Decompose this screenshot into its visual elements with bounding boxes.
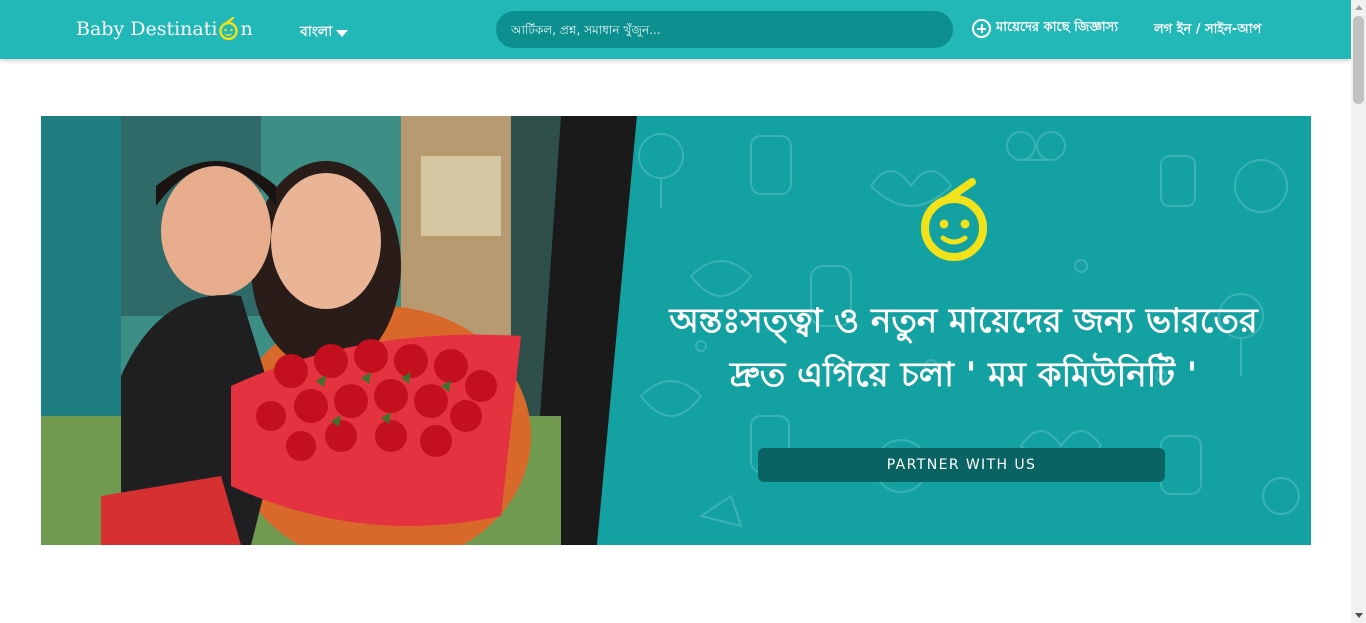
ask-label: মায়েদের কাছে জিজ্ঞাস্য [996, 20, 1119, 35]
search-input[interactable] [496, 11, 953, 48]
scrollbar-thumb[interactable] [1353, 16, 1364, 104]
logo-text: Baby Destinati [76, 18, 218, 40]
headline-line-2: দ্রুত এগিয়ে চলা ' মম কমিউনিটি ' [729, 355, 1198, 395]
scroll-up-arrow-icon[interactable] [1355, 5, 1363, 10]
plus-circle-icon [972, 19, 991, 38]
ask-mothers-button[interactable]: মায়েদের কাছে জিজ্ঞাস্য [972, 18, 1118, 39]
language-selector[interactable]: বাংলা [300, 20, 349, 44]
language-label: বাংলা [300, 24, 333, 40]
top-navigation-bar: Baby Destinati n বাংলা মায়েদের কাছে জিজ… [0, 0, 1351, 59]
page-scrollbar[interactable] [1351, 0, 1366, 623]
banner-headline: অন্তঃসত্ত্বা ও নতুন মায়েদের জন্য ভারতের… [631, 294, 1296, 402]
login-signup-link[interactable]: লগ ইন / সাইন-আপ [1154, 20, 1261, 41]
site-logo[interactable]: Baby Destinati n [76, 16, 253, 42]
mother-and-child-photo [41, 116, 637, 545]
scroll-down-arrow-icon[interactable] [1355, 613, 1363, 618]
chevron-down-icon [336, 30, 349, 37]
baby-face-icon [921, 178, 987, 261]
baby-face-icon [219, 17, 239, 41]
logo-text-end: n [240, 18, 253, 40]
hero-banner: অন্তঃসত্ত্বা ও নতুন মায়েদের জন্য ভারতের… [41, 116, 1311, 545]
partner-with-us-button[interactable]: PARTNER WITH US [758, 448, 1165, 482]
headline-line-1: অন্তঃসত্ত্বা ও নতুন মায়েদের জন্য ভারতের [669, 301, 1258, 341]
